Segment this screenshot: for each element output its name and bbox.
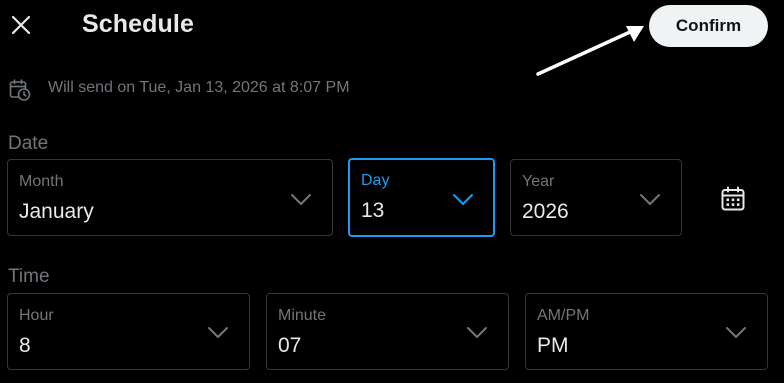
page-title: Schedule xyxy=(82,10,194,38)
ampm-value: PM xyxy=(537,334,569,357)
time-section-label: Time xyxy=(8,266,50,287)
day-label: Day xyxy=(361,172,390,189)
year-label: Year xyxy=(522,173,555,190)
chevron-down-icon xyxy=(208,327,228,338)
close-button[interactable] xyxy=(4,8,38,42)
calendar-icon xyxy=(721,186,745,211)
confirm-button[interactable]: Confirm xyxy=(649,5,768,47)
hour-select[interactable]: Hour 8 xyxy=(7,293,250,370)
annotation-arrow xyxy=(536,26,644,76)
month-value: January xyxy=(19,200,94,223)
month-select[interactable]: Month January xyxy=(7,159,333,236)
chevron-down-icon xyxy=(291,194,311,205)
year-select[interactable]: Year 2026 xyxy=(510,159,682,236)
day-select[interactable]: Day 13 xyxy=(348,158,495,237)
day-value: 13 xyxy=(361,199,385,222)
calendar-button[interactable] xyxy=(717,183,749,215)
chevron-down-icon xyxy=(726,327,746,338)
chevron-down-icon xyxy=(467,327,487,338)
month-label: Month xyxy=(19,173,64,190)
send-time-notice: Will send on Tue, Jan 13, 2026 at 8:07 P… xyxy=(48,79,350,96)
year-value: 2026 xyxy=(522,200,569,223)
close-icon xyxy=(11,15,31,35)
chevron-down-icon xyxy=(640,194,660,205)
minute-select[interactable]: Minute 07 xyxy=(266,293,509,370)
calendar-clock-icon xyxy=(9,79,31,101)
chevron-down-icon xyxy=(453,194,473,205)
minute-label: Minute xyxy=(278,307,327,324)
hour-value: 8 xyxy=(19,334,31,357)
date-section-label: Date xyxy=(8,133,49,154)
ampm-select[interactable]: AM/PM PM xyxy=(525,293,768,370)
minute-value: 07 xyxy=(278,334,302,357)
hour-label: Hour xyxy=(19,307,54,324)
ampm-label: AM/PM xyxy=(537,307,590,324)
